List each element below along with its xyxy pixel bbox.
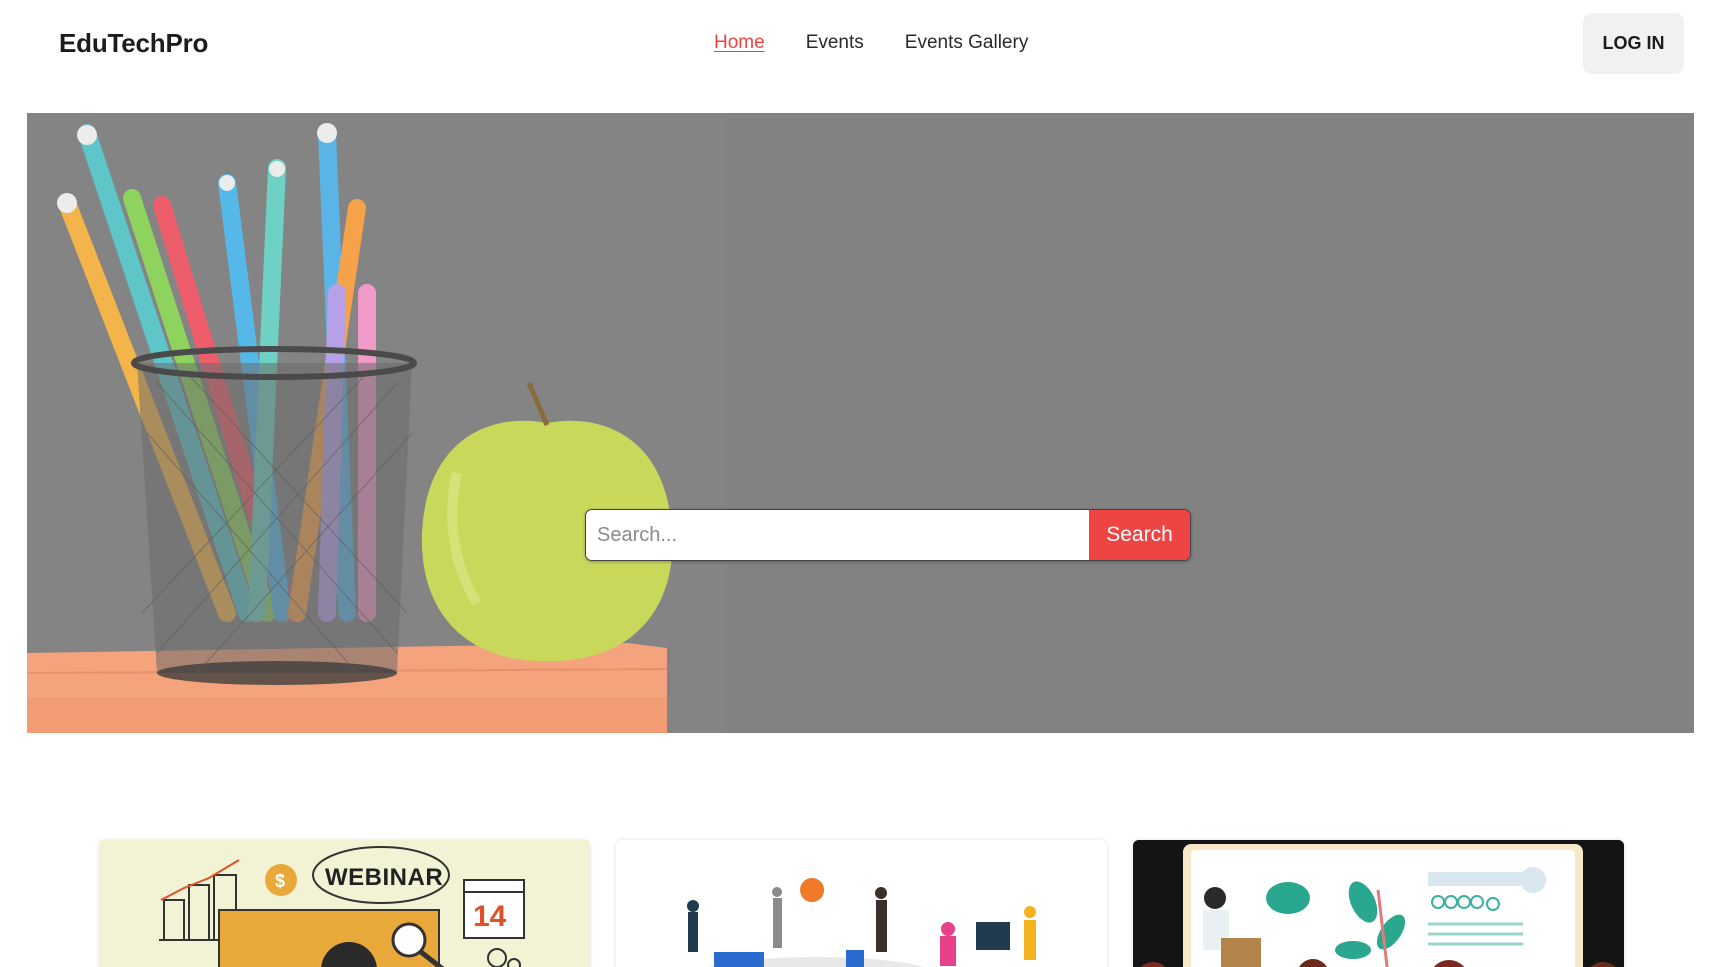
webinar-card[interactable]: $ WEBINAR 14 [99, 840, 590, 967]
webinar-illustration: $ [99, 840, 590, 967]
hero-background-image [27, 113, 1694, 733]
people-illustration [616, 840, 1107, 967]
brand-logo[interactable]: EduTechPro [59, 28, 208, 59]
event-people-card[interactable] [616, 840, 1107, 967]
main-nav: Home Events Events Gallery [714, 32, 1028, 54]
svg-text:$: $ [275, 871, 285, 891]
hero-search-bar: Search [585, 509, 1191, 561]
calendar-date-text: 14 [473, 900, 507, 933]
nav-events-gallery[interactable]: Events Gallery [905, 32, 1029, 54]
event-cards: $ WEBINAR 14 [0, 840, 1712, 967]
search-button[interactable]: Search [1089, 510, 1190, 560]
site-header: EduTechPro Home Events Events Gallery LO… [0, 0, 1712, 100]
search-input[interactable] [586, 510, 1089, 560]
presentation-card[interactable] [1133, 840, 1624, 967]
nav-home[interactable]: Home [714, 32, 765, 54]
presentation-illustration [1133, 840, 1624, 967]
login-button[interactable]: LOG IN [1583, 13, 1684, 74]
nav-events[interactable]: Events [806, 32, 864, 54]
hero-banner: Search [27, 113, 1694, 733]
webinar-banner-text: WEBINAR [325, 864, 444, 891]
